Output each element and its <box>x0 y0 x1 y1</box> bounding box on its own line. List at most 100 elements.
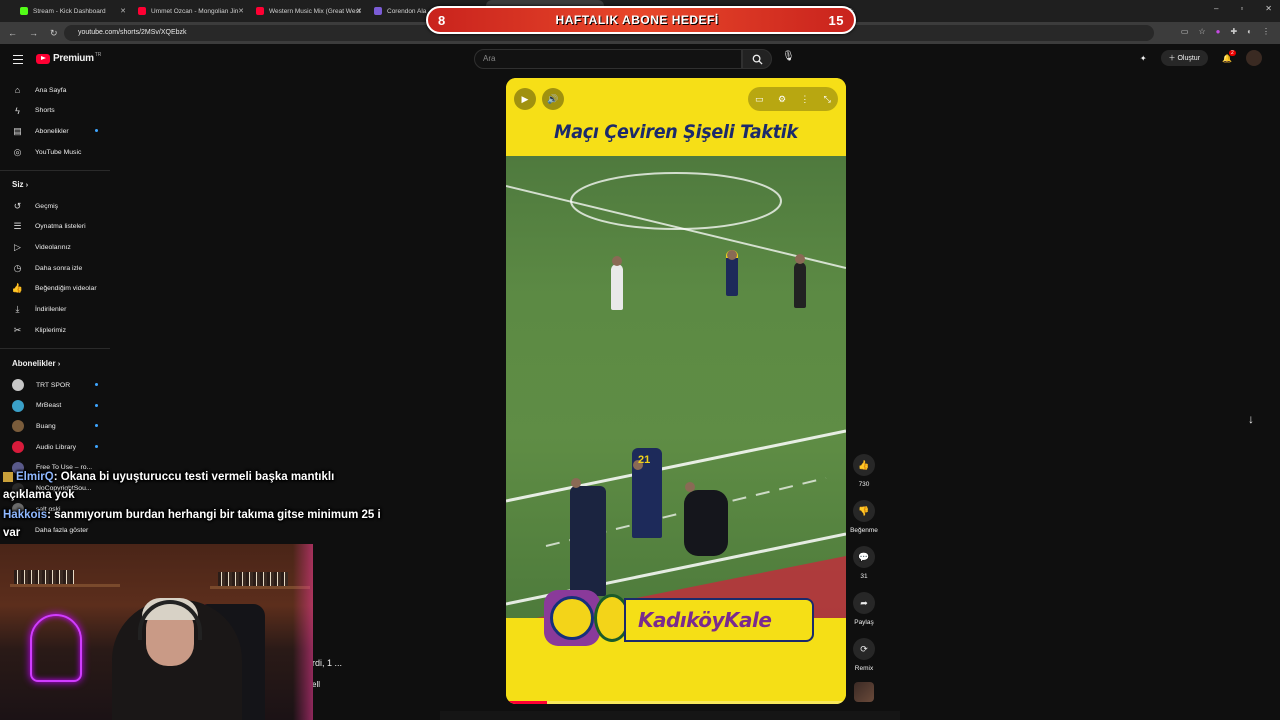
sidebar-item[interactable]: ▷ Videolarınız <box>12 239 71 255</box>
audio-thumbnail[interactable] <box>854 682 874 702</box>
chat-message-continued: açıklama yok <box>3 489 75 501</box>
sidebar-item[interactable]: ⌂ Ana Sayfa <box>12 82 67 98</box>
history-icon: ↺ <box>13 200 22 211</box>
sidebar-section-subscriptions[interactable]: Abonelikler › <box>12 359 60 368</box>
browser-tab[interactable]: Stream - Kick Dashboard ✕ <box>14 0 132 22</box>
sidebar-item[interactable]: ☰ Oynatma listeleri <box>12 219 85 235</box>
neon-sign <box>30 614 82 682</box>
account-avatar[interactable] <box>1246 50 1262 66</box>
search-button[interactable] <box>742 49 772 69</box>
search-input[interactable]: Ara <box>474 49 742 69</box>
channel-avatar <box>12 441 24 454</box>
more-options-icon[interactable]: ⋮ <box>800 94 809 105</box>
hamburger-menu-icon[interactable] <box>13 55 23 64</box>
logo-text: Premium <box>53 53 94 64</box>
goal-target: 15 <box>828 12 844 28</box>
fullscreen-icon[interactable]: ⤡ <box>824 94 831 105</box>
brand-bar: KadıköyKale <box>624 598 814 642</box>
chat-text: : sanmıyorum burdan herhangi bir takıma … <box>47 509 381 521</box>
close-window-icon[interactable]: ✕ <box>1265 4 1272 13</box>
minimize-icon[interactable]: – <box>1214 4 1218 13</box>
tab-favicon-icon <box>20 7 28 15</box>
sidebar-item[interactable]: MrBeast <box>12 398 61 414</box>
back-icon[interactable]: ← <box>8 28 17 38</box>
new-content-dot <box>95 383 98 386</box>
player-white <box>611 256 623 310</box>
search-icon <box>752 54 763 65</box>
dislike-label: Beğenme <box>850 527 878 534</box>
sidebar-item[interactable]: ↺ Geçmiş <box>12 198 58 214</box>
tab-favicon-icon <box>256 7 264 15</box>
sidebar-item[interactable]: ⤓ İndirilenler <box>12 302 67 318</box>
remix-icon[interactable]: ⟳ <box>853 638 875 660</box>
browser-tab[interactable]: Western Music Mix (Great West ✕ <box>250 0 368 22</box>
maximize-icon[interactable]: ▫ <box>1240 4 1243 13</box>
channel-avatar <box>12 379 24 391</box>
extension-icon[interactable]: ● <box>1216 27 1221 36</box>
cast-icon[interactable]: ▭ <box>1181 27 1189 36</box>
sidebar-item-label: Audio Library <box>36 443 77 451</box>
sidebar-item[interactable]: 👍 Beğendiğim videolar <box>12 281 97 297</box>
dislike-action[interactable]: 👎 Beğenme <box>848 500 880 534</box>
your-videos-icon: ▷ <box>14 241 21 252</box>
thumbs-down-icon[interactable]: 👎 <box>853 500 875 522</box>
sidebar-item[interactable]: Audio Library <box>12 439 76 455</box>
sidebar-item[interactable]: ◎ YouTube Music <box>12 144 82 160</box>
browser-tab[interactable]: Ummet Ozcan - Mongolian Jin ✕ <box>132 0 250 22</box>
watch-later-icon: ◷ <box>13 262 22 273</box>
tab-close-icon[interactable]: ✕ <box>356 7 362 15</box>
chevron-right-icon: › <box>25 182 29 189</box>
create-button[interactable]: ＋ Oluştur <box>1160 50 1209 66</box>
sidebar-item[interactable]: ϟ Shorts <box>12 103 55 119</box>
next-short-arrow-icon[interactable]: ↓ <box>1248 412 1254 426</box>
bookmark-star-icon[interactable]: ☆ <box>1198 27 1205 36</box>
forward-icon[interactable]: → <box>29 28 38 38</box>
tab-favicon-icon <box>374 7 382 15</box>
mute-button[interactable]: 🔊 <box>542 88 564 110</box>
shorts-icon: ϟ <box>15 105 20 116</box>
sidebar-section-you[interactable]: Siz › <box>12 180 28 189</box>
comments-action[interactable]: 💬 31 <box>848 546 880 580</box>
comment-icon[interactable]: 💬 <box>853 546 875 568</box>
captions-icon[interactable]: ▭ <box>755 94 764 105</box>
sidebar-item-label: Geçmiş <box>35 202 59 210</box>
tab-close-icon[interactable]: ✕ <box>238 7 244 15</box>
share-label: Paylaş <box>854 619 874 626</box>
share-icon[interactable]: ➦ <box>853 592 875 614</box>
player-yellow-far <box>726 250 738 296</box>
sidebar-item[interactable]: ◷ Daha sonra izle <box>12 260 83 276</box>
video-title-overlay: Maçı Çeviren Şişeli Taktik <box>554 121 798 143</box>
tab-title: Stream - Kick Dashboard <box>33 7 106 15</box>
share-action[interactable]: ➦ Paylaş <box>848 592 880 626</box>
thumbs-up-icon[interactable]: 👍 <box>853 454 875 476</box>
profile-icon[interactable]: ◐ <box>1247 27 1252 36</box>
kebab-menu-icon[interactable]: ⋮ <box>1262 27 1270 36</box>
progress-fill <box>506 701 547 704</box>
shorts-video-player[interactable]: Maçı Çeviren Şişeli Taktik 21 KadıköyKal… <box>506 78 846 704</box>
new-content-dot <box>95 129 98 133</box>
tab-title: Corendon Ala <box>387 7 427 15</box>
youtube-logo[interactable]: Premium TR <box>36 52 101 64</box>
channel-avatar <box>12 420 24 433</box>
sidebar-item-label: Buang <box>36 422 56 430</box>
tab-favicon-icon <box>138 7 146 15</box>
section-title: Abonelikler <box>12 359 56 368</box>
like-action[interactable]: 👍 730 <box>848 454 880 488</box>
voice-search-icon[interactable]: 🎙 <box>782 51 795 62</box>
sidebar-item-label: YouTube Music <box>35 148 82 156</box>
notifications-icon[interactable]: 🔔 2 <box>1222 49 1236 63</box>
sidebar-item-label: Abonelikler <box>35 127 69 135</box>
tab-close-icon[interactable]: ✕ <box>120 7 126 15</box>
reload-icon[interactable]: ↻ <box>50 28 58 39</box>
sidebar-item[interactable]: TRT SPOR <box>12 377 70 393</box>
progress-bar[interactable] <box>506 701 846 704</box>
sidebar-item[interactable]: ▤ Abonelikler <box>12 123 69 139</box>
brand-text: KadıköyKale <box>638 608 772 632</box>
sidebar-item[interactable]: ✂ Kliplerimiz <box>12 322 66 338</box>
sidebar-item[interactable]: Buang <box>12 418 56 434</box>
play-button[interactable]: ▶ <box>514 88 536 110</box>
settings-gear-icon[interactable]: ⚙ <box>778 94 786 105</box>
puzzle-icon[interactable]: ✚ <box>1230 27 1237 36</box>
remix-action[interactable]: ⟳ Remix <box>848 638 880 672</box>
cast-shorts-icon[interactable]: ✦ <box>1140 54 1147 63</box>
